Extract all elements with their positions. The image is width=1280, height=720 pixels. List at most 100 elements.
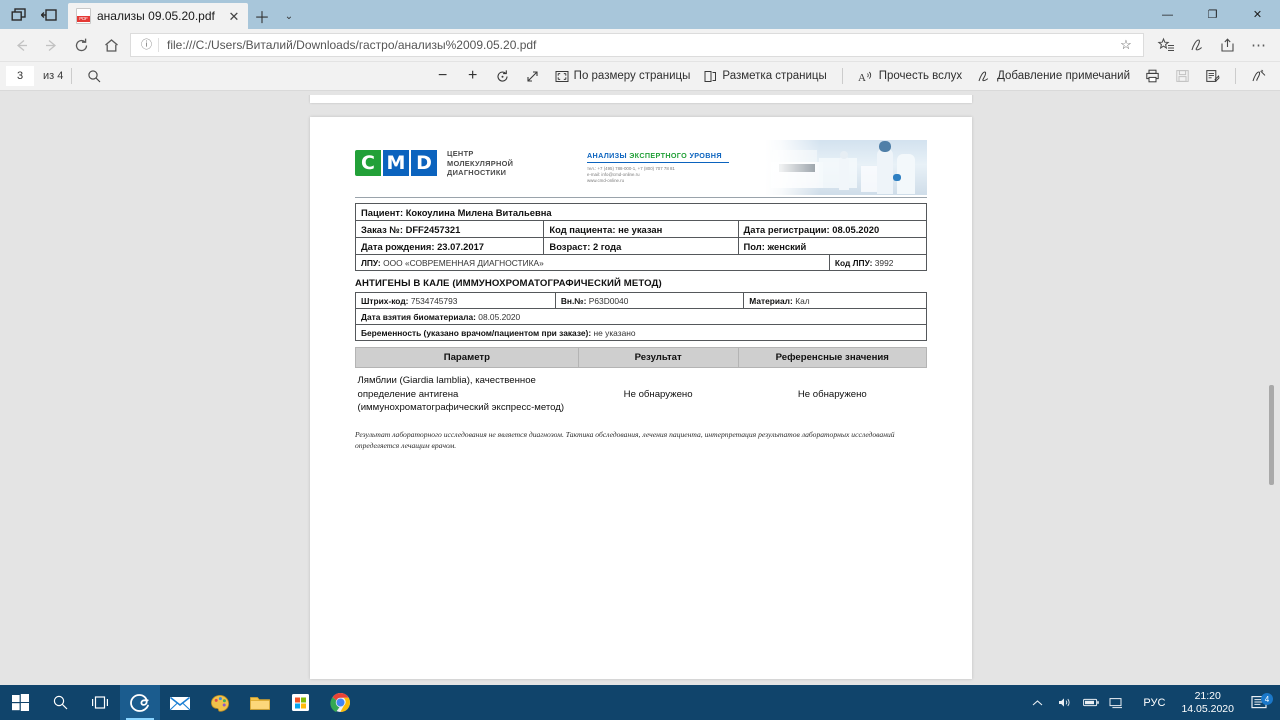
page-number-input[interactable]: 3 [6, 66, 34, 86]
language-indicator[interactable]: РУС [1135, 697, 1173, 709]
patient-code-cell: Код пациента: не указан [543, 220, 739, 238]
table-row: Дата взятия биоматериала: 08.05.2020 [355, 308, 927, 325]
sample-table: Штрих-код: 7534745793 Вн.№: P63D0040 Мат… [355, 292, 927, 309]
favorite-star-icon[interactable]: ☆ [1113, 37, 1139, 53]
lpu-code-value: 3992 [874, 257, 894, 268]
column-header-parameter: Параметр [355, 347, 579, 368]
read-aloud-button[interactable]: A Прочесть вслух [851, 64, 969, 88]
zoom-out-button[interactable]: − [428, 64, 458, 88]
save-icon[interactable] [1167, 64, 1197, 88]
expert-underline [587, 161, 729, 163]
forward-icon[interactable] [36, 30, 66, 60]
home-icon[interactable] [96, 30, 126, 60]
reg-date-value: 08.05.2020 [832, 223, 880, 235]
rotate-icon[interactable] [488, 64, 518, 88]
task-view-button[interactable] [80, 685, 120, 720]
svg-text:A: A [858, 72, 866, 83]
windows-taskbar: РУС 21:20 14.05.2020 4 [0, 685, 1280, 720]
save-as-icon[interactable] [1197, 64, 1227, 88]
taskbar-app-chrome[interactable] [320, 685, 360, 720]
taskbar-app-mail[interactable] [160, 685, 200, 720]
reg-date-cell: Дата регистрации: 08.05.2020 [737, 220, 928, 238]
inner-no-cell: Вн.№: P63D0040 [554, 292, 745, 309]
back-icon[interactable] [6, 30, 36, 60]
order-label: Заказ №: [361, 223, 403, 235]
expert-title: АНАЛИЗЫ ЭКСПЕРТНОГО УРОВНЯ [587, 151, 737, 160]
address-bar[interactable]: ⓘ file:///C:/Users/Виталий/Downloads/гас… [130, 33, 1144, 57]
expand-icon[interactable] [518, 64, 548, 88]
lpu-cell: ЛПУ: ООО «СОВРЕМЕННАЯ ДИАГНОСТИКА» [355, 254, 830, 271]
expert-title-part2: ЭКСПЕРТНОГО [629, 151, 688, 160]
info-icon[interactable]: ⓘ [135, 38, 159, 52]
add-notes-button[interactable]: Добавление примечаний [969, 64, 1137, 88]
close-button[interactable]: ✕ [1235, 0, 1280, 29]
share-icon[interactable] [1212, 30, 1243, 60]
taskbar-app-file-explorer[interactable] [240, 685, 280, 720]
chevron-up-icon[interactable] [1031, 698, 1057, 708]
browser-tab[interactable]: анализы 09.05.20.pdf ✕ [68, 3, 248, 29]
print-icon[interactable] [1137, 64, 1167, 88]
web-notes-icon[interactable] [1181, 30, 1212, 60]
page-total-label: из 4 [43, 70, 64, 82]
notifications-button[interactable]: 4 [1242, 693, 1276, 710]
highlight-icon[interactable] [1244, 64, 1274, 88]
birth-cell: Дата рождения: 23.07.2017 [354, 237, 545, 255]
taskbar-app-microsoft-store[interactable] [280, 685, 320, 720]
pdf-viewer[interactable]: C M D ЦЕНТР МОЛЕКУЛЯРНОЙ ДИАГНОСТИКИ АНА… [0, 95, 1280, 691]
table-row: Лямблии (Giardia lamblia), качественное … [356, 368, 927, 421]
clock[interactable]: 21:20 14.05.2020 [1173, 690, 1242, 716]
refresh-icon[interactable] [66, 30, 96, 60]
pregnancy-value: не указано [593, 327, 636, 338]
logo-word-1: ЦЕНТР [447, 149, 474, 158]
fit-page-label: По размеру страницы [573, 70, 691, 82]
age-label: Возраст: [549, 240, 591, 252]
battery-icon[interactable] [1083, 697, 1109, 708]
contact-website: www.cmd-online.ru [587, 177, 625, 183]
header-divider [355, 197, 927, 198]
zoom-in-button[interactable]: + [458, 64, 488, 88]
chevron-down-icon[interactable]: ⌄ [276, 3, 302, 29]
network-icon[interactable] [1109, 697, 1135, 709]
read-aloud-label: Прочесть вслух [878, 70, 963, 82]
table-row: Штрих-код: 7534745793 Вн.№: P63D0040 Мат… [355, 292, 927, 309]
collect-date-value: 08.05.2020 [478, 311, 521, 322]
laboratory-photo [765, 140, 927, 195]
restore-button[interactable]: ❐ [1190, 0, 1235, 29]
cmd-logo-mark: C M D [355, 150, 437, 177]
vertical-scrollbar[interactable] [1264, 95, 1280, 691]
report-header: C M D ЦЕНТР МОЛЕКУЛЯРНОЙ ДИАГНОСТИКИ АНА… [355, 137, 927, 195]
section-title: АНТИГЕНЫ В КАЛЕ (ИММУНОХРОМАТОГРАФИЧЕСКИ… [355, 278, 662, 289]
birth-label: Дата рождения: [361, 240, 435, 252]
taskbar-app-edge[interactable] [120, 685, 160, 720]
age-cell: Возраст: 2 года [543, 237, 739, 255]
favorites-list-icon[interactable] [1150, 30, 1181, 60]
page-layout-button[interactable]: Разметка страницы [697, 64, 833, 88]
minimize-button[interactable]: — [1145, 0, 1190, 29]
table-row: Беременность (указано врачом/пациентом п… [355, 324, 927, 341]
logo-letter-c: C [355, 150, 381, 177]
tab-preview-icon[interactable] [4, 2, 34, 28]
result-parameter: Лямблии (Giardia lamblia), качественное … [357, 375, 565, 413]
inner-no-value: P63D0040 [588, 295, 629, 306]
set-aside-tabs-icon[interactable] [34, 2, 64, 28]
age-value: 2 года [592, 240, 622, 252]
report-disclaimer: Результат лабораторного исследования не … [355, 429, 895, 451]
search-button-taskbar[interactable] [40, 685, 80, 720]
search-button[interactable] [80, 64, 108, 88]
lpu-code-cell: Код ЛПУ: 3992 [828, 254, 928, 271]
collect-date-table: Дата взятия биоматериала: 08.05.2020 [355, 308, 927, 325]
material-label: Материал: [749, 295, 793, 306]
more-options-icon[interactable]: ⋯ [1243, 30, 1274, 60]
new-tab-button[interactable]: ＋ [248, 3, 276, 29]
start-button[interactable] [0, 685, 40, 720]
taskbar-app-paint[interactable] [200, 685, 240, 720]
close-icon[interactable]: ✕ [226, 10, 242, 23]
pdf-page: C M D ЦЕНТР МОЛЕКУЛЯРНОЙ ДИАГНОСТИКИ АНА… [310, 117, 972, 679]
tab-title: анализы 09.05.20.pdf [97, 9, 215, 23]
scrollbar-thumb[interactable] [1269, 385, 1274, 485]
logo-letter-d: D [411, 150, 437, 177]
volume-icon[interactable] [1057, 696, 1083, 709]
expert-title-part1: АНАЛИЗЫ [587, 151, 627, 160]
reg-date-label: Дата регистрации: [743, 223, 830, 235]
fit-to-page-button[interactable]: По размеру страницы [548, 64, 698, 88]
